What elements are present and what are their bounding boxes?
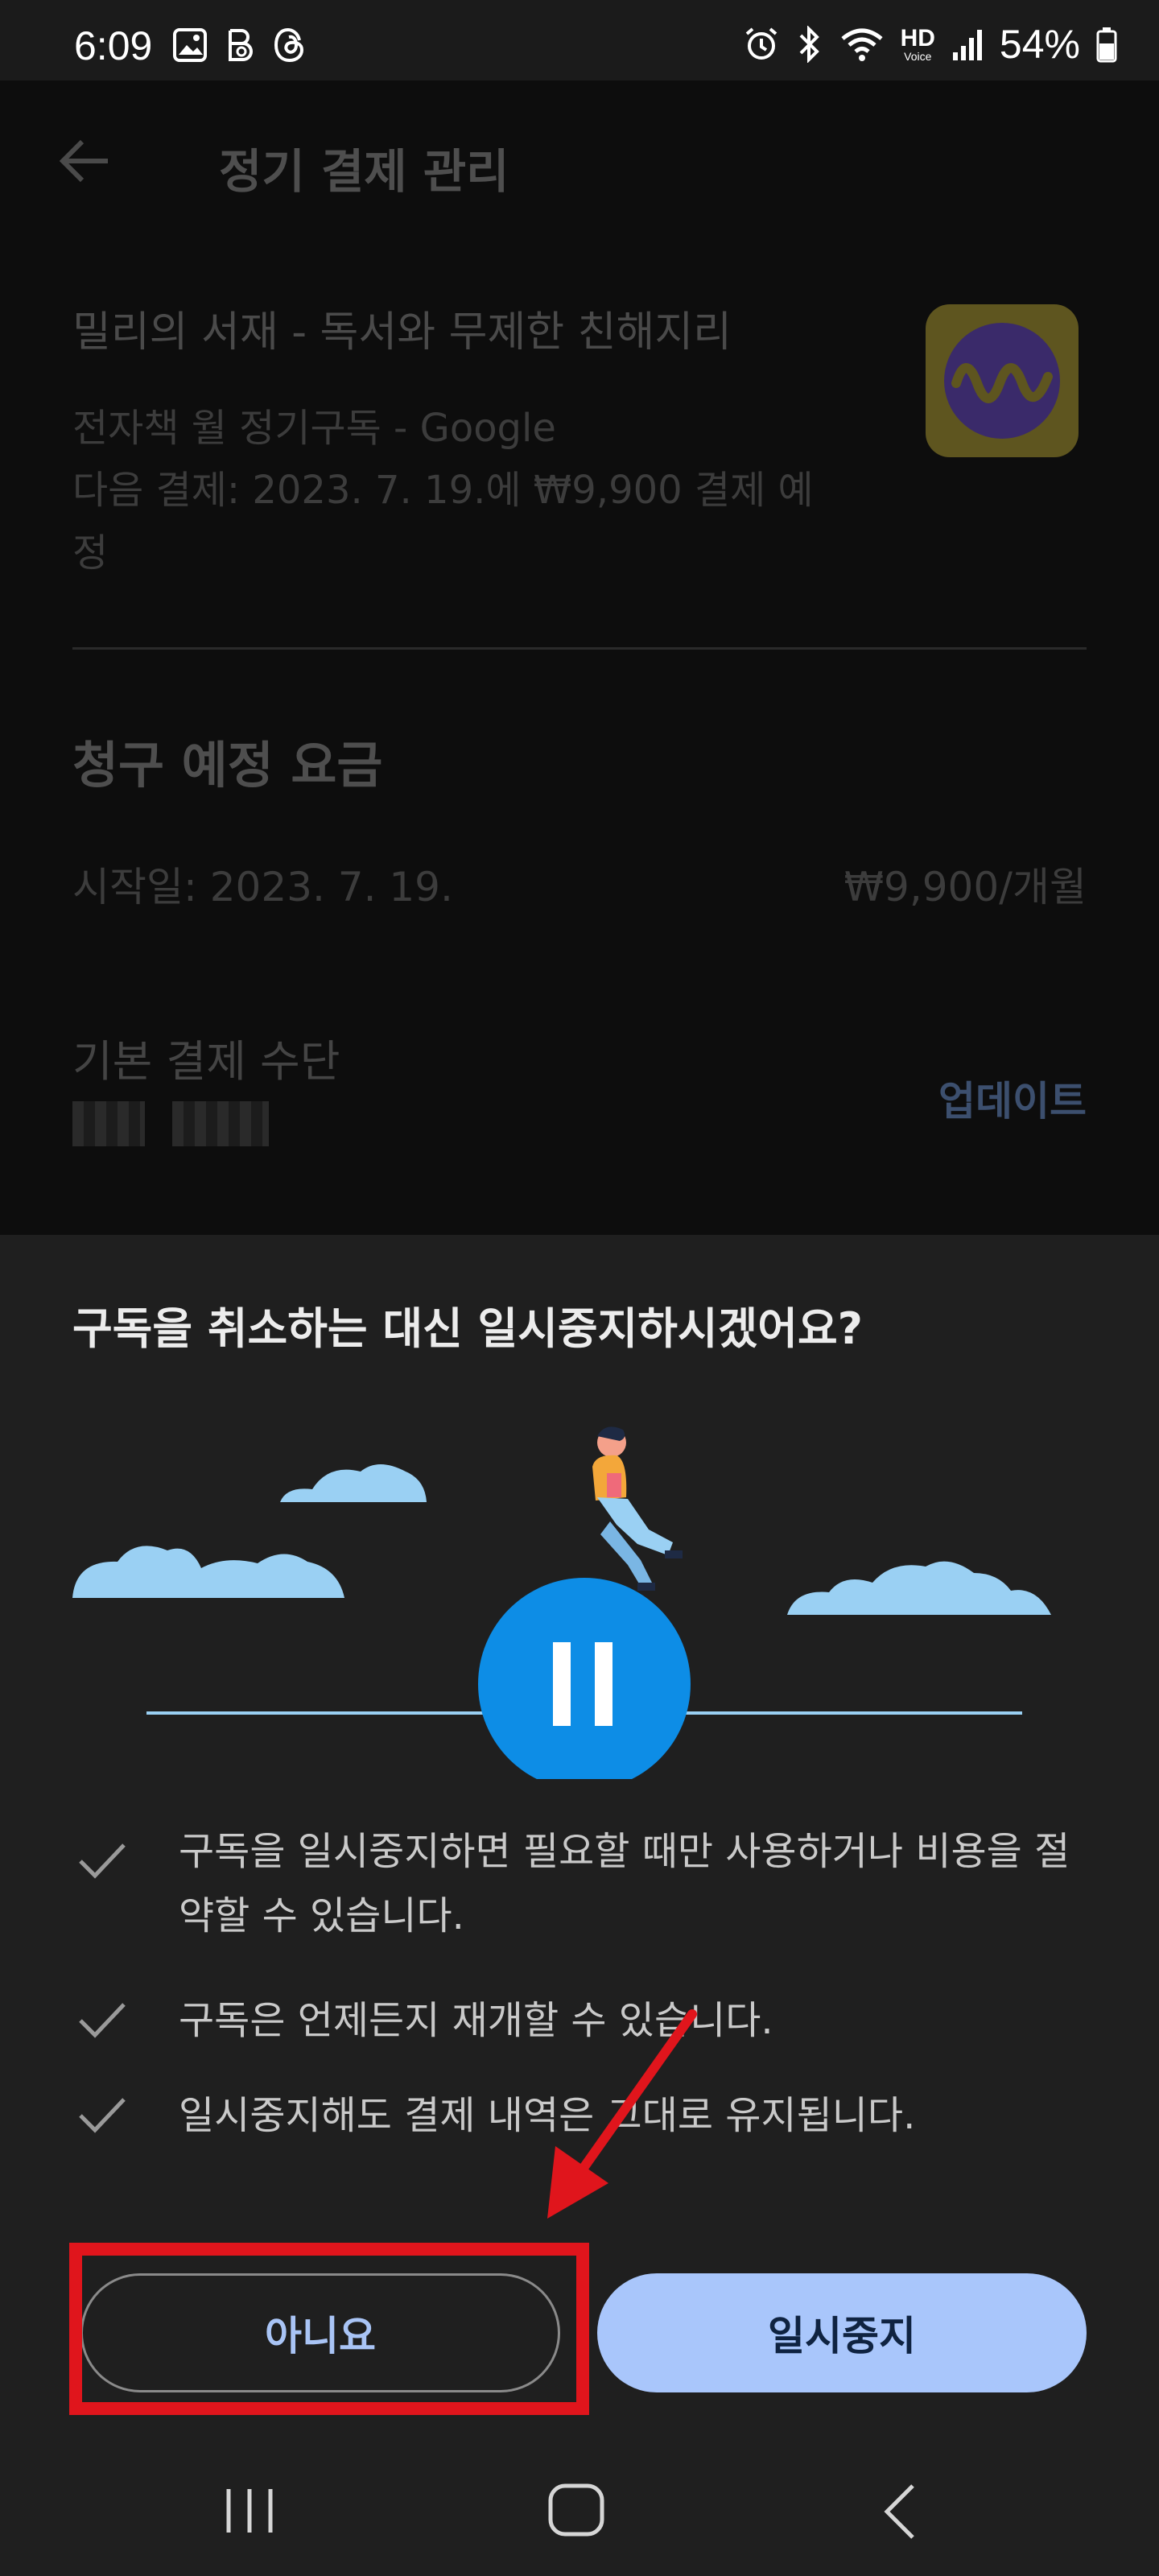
check-icon <box>79 2098 126 2133</box>
payment-method-label: 기본 결제 수단 <box>72 1036 340 1087</box>
gallery-icon <box>173 28 207 62</box>
battery-icon <box>1096 27 1117 63</box>
home-icon[interactable] <box>544 2479 608 2541</box>
cloud-right <box>787 1561 1051 1615</box>
battery-percent: 54% <box>999 22 1080 67</box>
page-title: 정기 결제 관리 <box>219 144 509 199</box>
chevron-left-icon[interactable] <box>876 2481 924 2542</box>
check-icon <box>79 2003 126 2038</box>
bluetooth-icon <box>799 26 819 63</box>
signal-icon <box>952 30 982 60</box>
app-bar: 정기 결제 관리 <box>0 80 1159 246</box>
millie-logo-icon <box>944 323 1060 439</box>
back-arrow-icon[interactable] <box>56 137 113 185</box>
alarm-icon <box>745 27 777 60</box>
pause-illustration <box>72 1426 1051 1779</box>
masked-text <box>172 1101 269 1146</box>
start-date: 시작일: 2023. 7. 19. <box>72 864 453 910</box>
pause-circle <box>478 1578 691 1779</box>
threads-icon <box>274 27 304 63</box>
status-time: 6:09 <box>74 23 153 68</box>
subscription-management-page: 정기 결제 관리 밀리의 서재 - 독서와 무제한 친해지리 전자책 월 정기구… <box>0 80 1159 1235</box>
masked-text <box>72 1101 145 1146</box>
status-bar: 6:09 HD Voice 54% <box>0 0 1159 80</box>
notification-icons <box>172 27 307 63</box>
hd-voice-icon: HD Voice <box>900 25 935 63</box>
person-figure <box>592 1426 683 1591</box>
sheet-title: 구독을 취소하는 대신 일시중지하시겠어요? <box>72 1303 863 1354</box>
app-name: 밀리의 서재 - 독서와 무제한 친해지리 <box>72 308 732 357</box>
system-status-icons: HD Voice 54% <box>743 21 1117 68</box>
app-icon <box>926 304 1079 457</box>
divider <box>72 647 1087 650</box>
update-payment-link[interactable]: 업데이트 <box>938 1069 1087 1127</box>
system-nav-bar <box>0 2442 1159 2576</box>
monthly-price: ₩9,900/개월 <box>843 864 1087 910</box>
subscription-plan: 전자책 월 정기구독 - Google <box>72 406 556 451</box>
pause-button[interactable]: 일시중지 <box>597 2273 1087 2392</box>
cloud-left <box>72 1546 344 1598</box>
billing-section-title: 청구 예정 요금 <box>72 736 383 795</box>
wifi-icon <box>840 28 883 61</box>
annotation-arrow-icon <box>547 2009 697 2219</box>
next-payment-info: 다음 결제: 2023. 7. 19.에 ₩9,900 결제 예정 <box>72 468 814 576</box>
bluesky-b-icon <box>229 29 253 61</box>
recents-icon[interactable] <box>217 2483 282 2539</box>
check-icon <box>79 1843 126 1879</box>
cloud-top <box>280 1464 427 1502</box>
annotation-highlight-box <box>69 2243 589 2415</box>
benefit-text: 구독을 일시중지하면 필요할 때만 사용하거나 비용을 절약할 수 있습니다. <box>179 1829 1070 1938</box>
payment-method-masked <box>72 1101 269 1146</box>
